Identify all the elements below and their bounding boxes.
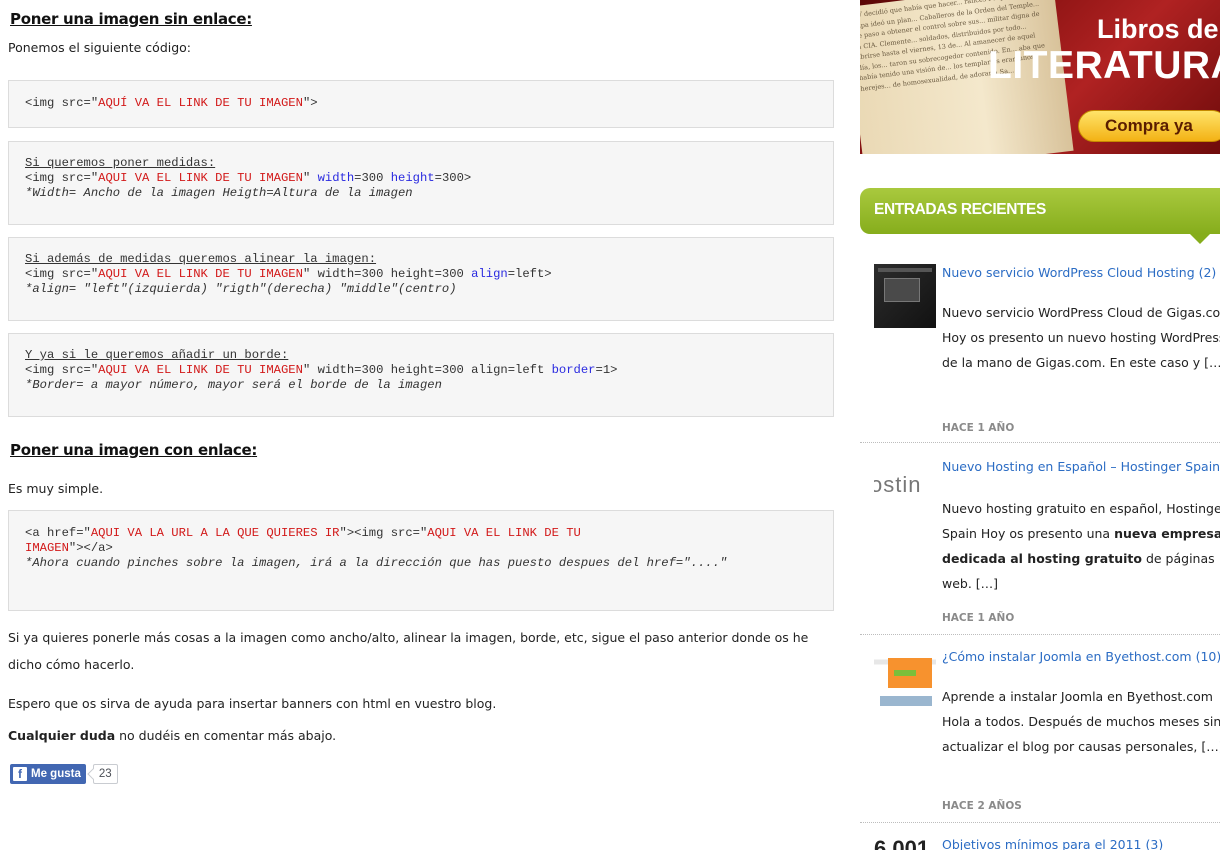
- body-paragraph: Cualquier duda no dudéis en comentar más…: [8, 728, 337, 743]
- code-block-basic[interactable]: <img src="AQUÍ VA EL LINK DE TU IMAGEN">: [8, 80, 834, 128]
- code-block-link[interactable]: <a href="AQUI VA LA URL A LA QUE QUIERES…: [8, 510, 834, 611]
- post-date: HACE 1 AÑO: [942, 422, 1015, 434]
- facebook-icon: f: [13, 767, 27, 781]
- code-block-align[interactable]: Si además de medidas queremos alinear la…: [8, 237, 834, 321]
- widget-title: ENTRADAS RECIENTES: [874, 201, 1046, 218]
- post-date: HACE 1 AÑO: [942, 612, 1015, 624]
- like-count: 23: [92, 764, 118, 784]
- post-thumbnail[interactable]: [874, 264, 936, 328]
- post-date: HACE 2 AÑOS: [942, 800, 1022, 812]
- code-title: Si queremos poner medidas:: [25, 156, 216, 170]
- code-line: IMAGEN"></a>: [25, 541, 113, 555]
- literature-banner[interactable]: e V decidió que había que hacer... rancé…: [860, 0, 1220, 154]
- code-note: *Border= a mayor número, mayor será el b…: [25, 378, 442, 392]
- post-thumbnail[interactable]: ostin: [874, 458, 936, 522]
- list-item: ¿Cómo instalar Joomla en Byethost.com (1…: [874, 648, 1220, 812]
- divider: [860, 442, 1220, 443]
- code-line: <a href="AQUI VA LA URL A LA QUE QUIERES…: [25, 526, 581, 540]
- list-item: 6.001 Objetivos mínimos para el 2011 (3): [874, 836, 1220, 850]
- divider: [860, 822, 1220, 823]
- code-line: <img src="AQUI VA EL LINK DE TU IMAGEN" …: [25, 171, 472, 185]
- post-excerpt: Aprende a instalar Joomla en Byethost.co…: [942, 689, 1220, 754]
- code-note: *Ahora cuando pinches sobre la imagen, i…: [25, 556, 728, 570]
- post-title-link[interactable]: Nuevo servicio WordPress Cloud Hosting (…: [942, 264, 1220, 282]
- banner-title: Libros de: [1097, 14, 1219, 44]
- post-thumbnail[interactable]: [874, 648, 936, 712]
- recent-posts-header: ENTRADAS RECIENTES: [860, 188, 1220, 244]
- code-block-size[interactable]: Si queremos poner medidas: <img src="AQU…: [8, 141, 834, 225]
- like-button[interactable]: f Me gusta: [10, 764, 86, 784]
- code-note: *align= "left"(izquierda) "rigth"(derech…: [25, 282, 457, 296]
- section-heading-with-link: Poner una imagen con enlace:: [10, 441, 258, 459]
- post-title-link[interactable]: ¿Cómo instalar Joomla en Byethost.com (1…: [942, 648, 1220, 666]
- post-title-link[interactable]: Nuevo Hosting en Español – Hostinger Spa…: [942, 458, 1220, 476]
- code-line: <img src="AQUI VA EL LINK DE TU IMAGEN" …: [25, 267, 552, 281]
- sidebar: e V decidió que había que hacer... rancé…: [860, 0, 1220, 850]
- code-title: Si además de medidas queremos alinear la…: [25, 252, 377, 266]
- article-content: Poner una imagen sin enlace: Ponemos el …: [8, 0, 834, 850]
- list-item: Nuevo servicio WordPress Cloud Hosting (…: [874, 264, 1220, 444]
- buy-now-button[interactable]: Compra ya: [1078, 110, 1220, 142]
- post-excerpt: Nuevo hosting gratuito en español, Hosti…: [942, 501, 1220, 591]
- code-title: Y ya si le queremos añadir un borde:: [25, 348, 289, 362]
- code-note: *Width= Ancho de la imagen Heigth=Altura…: [25, 186, 413, 200]
- code-block-border[interactable]: Y ya si le queremos añadir un borde: <im…: [8, 333, 834, 417]
- intro-paragraph: Ponemos el siguiente código:: [8, 40, 192, 55]
- section-heading-no-link: Poner una imagen sin enlace:: [10, 10, 252, 28]
- code-line: <img src="AQUI VA EL LINK DE TU IMAGEN" …: [25, 363, 618, 377]
- post-title-link[interactable]: Objetivos mínimos para el 2011 (3): [942, 836, 1220, 850]
- post-thumbnail[interactable]: 6.001: [874, 836, 936, 850]
- list-item: ostin Nuevo Hosting en Español – Hosting…: [874, 458, 1220, 628]
- post-excerpt: Nuevo servicio WordPress Cloud de Gigas.…: [942, 305, 1220, 370]
- body-paragraph: Espero que os sirva de ayuda para insert…: [8, 696, 497, 711]
- facebook-like: f Me gusta 23: [10, 764, 118, 784]
- banner-subtitle: LITERATURA: [988, 44, 1220, 87]
- divider: [860, 634, 1220, 635]
- code-line: <img src="AQUÍ VA EL LINK DE TU IMAGEN">: [25, 96, 318, 110]
- like-label: Me gusta: [31, 768, 81, 780]
- intro-paragraph: Es muy simple.: [8, 481, 104, 496]
- body-paragraph: Si ya quieres ponerle más cosas a la ima…: [8, 630, 809, 672]
